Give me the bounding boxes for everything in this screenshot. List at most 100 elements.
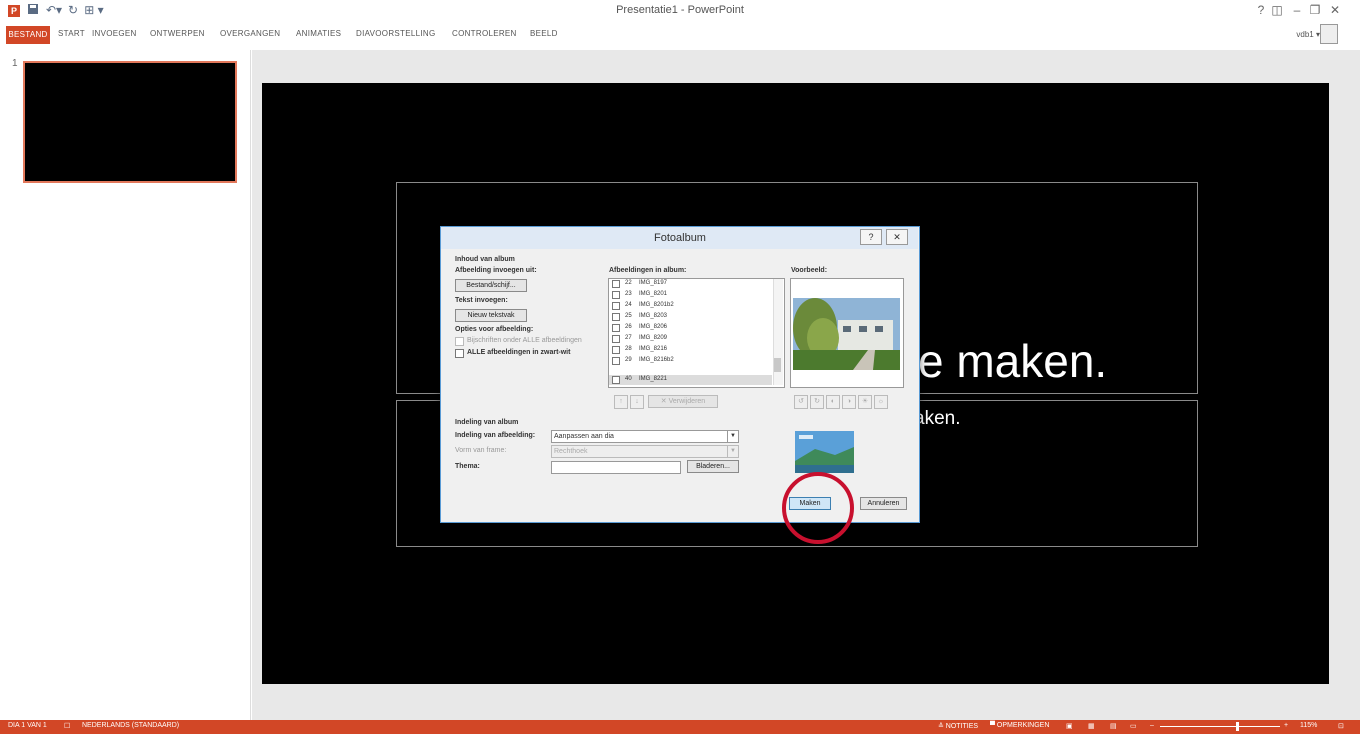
tab-controleren[interactable]: CONTROLEREN: [452, 29, 517, 38]
minimize-icon[interactable]: –: [1290, 3, 1304, 17]
browse-button[interactable]: Bladeren...: [687, 460, 739, 473]
list-item[interactable]: 29 IMG_8216b2: [609, 356, 772, 366]
ribbon-tabs: BESTAND START INVOEGEN ONTWERPEN OVERGAN…: [0, 26, 1360, 46]
app-title: Presentatie1 - PowerPoint: [616, 4, 744, 16]
tab-animaties[interactable]: ANIMATIES: [296, 29, 341, 38]
zoom-slider[interactable]: [1160, 726, 1280, 727]
list-item[interactable]: 24 IMG_8201b2: [609, 301, 772, 311]
list-item-checkbox[interactable]: [612, 291, 620, 299]
cancel-button[interactable]: Annuleren: [860, 497, 907, 510]
contrast-more-icon[interactable]: ◐: [826, 395, 840, 409]
tab-beeld[interactable]: BEELD: [530, 29, 558, 38]
insert-picture-label: Afbeelding invoegen uit:: [455, 267, 537, 274]
tab-start[interactable]: START: [58, 29, 85, 38]
brightness-more-icon[interactable]: ☀: [858, 395, 872, 409]
fit-slide-icon[interactable]: ⊡: [1338, 722, 1344, 730]
rotate-right-icon[interactable]: ↻: [810, 395, 824, 409]
language-status[interactable]: NEDERLANDS (STANDAARD): [82, 722, 179, 729]
move-down-icon[interactable]: ↓: [630, 395, 644, 409]
list-item-name: IMG_8221: [639, 376, 668, 382]
list-item-number: 23: [625, 291, 632, 297]
normal-view-icon[interactable]: ▣: [1066, 722, 1073, 730]
list-item[interactable]: 22 IMG_8197: [609, 279, 772, 289]
tab-diavoorstelling[interactable]: DIAVOORSTELLING: [356, 29, 435, 38]
customize-qat-icon[interactable]: ⊞ ▾: [82, 3, 106, 17]
file-disk-button[interactable]: Bestand/schijf...: [455, 279, 527, 292]
list-item[interactable]: 28 IMG_8216: [609, 345, 772, 355]
avatar[interactable]: [1320, 24, 1338, 44]
black-white-label: ALLE afbeeldingen in zwart-wit: [467, 349, 571, 356]
zoom-slider-thumb[interactable]: [1236, 722, 1239, 731]
pictures-in-album-label: Afbeeldingen in album:: [609, 267, 687, 274]
ribbon-display-icon[interactable]: ◫: [1270, 3, 1284, 17]
list-item-checkbox[interactable]: [612, 313, 620, 321]
save-icon[interactable]: [26, 3, 40, 17]
album-layout-heading: Indeling van album: [455, 419, 519, 426]
dialog-help-button[interactable]: ?: [860, 229, 882, 245]
maximize-icon[interactable]: ❐: [1308, 3, 1322, 17]
list-item-selected[interactable]: 40 IMG_8221: [609, 375, 772, 385]
frame-shape-value: Rechthoek: [554, 448, 588, 455]
list-item[interactable]: 25 IMG_8203: [609, 312, 772, 322]
remove-button[interactable]: ✕ Verwijderen: [648, 395, 718, 408]
status-bar: [0, 720, 1360, 734]
dialog-close-button[interactable]: ✕: [886, 229, 908, 245]
chevron-down-icon: ▼: [727, 446, 738, 457]
list-item-checkbox[interactable]: [612, 376, 620, 384]
insert-text-label: Tekst invoegen:: [455, 297, 508, 304]
notes-button[interactable]: ≙ NOTITIES: [938, 722, 978, 730]
slide-sorter-icon[interactable]: ▦: [1088, 722, 1095, 730]
list-item-checkbox[interactable]: [612, 302, 620, 310]
black-white-checkbox[interactable]: [455, 349, 464, 358]
zoom-out-icon[interactable]: –: [1150, 722, 1154, 729]
theme-input[interactable]: [551, 461, 681, 474]
spellcheck-icon[interactable]: ☐: [64, 722, 70, 730]
user-account[interactable]: vdb1 ▾: [1296, 30, 1320, 39]
tab-bestand[interactable]: BESTAND: [6, 26, 50, 44]
captions-checkbox[interactable]: [455, 337, 464, 346]
slide-count-status[interactable]: DIA 1 VAN 1: [8, 722, 47, 729]
remove-x-icon: ✕: [660, 398, 669, 405]
contrast-less-icon[interactable]: ◑: [842, 395, 856, 409]
redo-icon[interactable]: ↻: [66, 3, 80, 17]
tab-overgangen[interactable]: OVERGANGEN: [220, 29, 280, 38]
list-item-checkbox[interactable]: [612, 324, 620, 332]
list-item-number: 40: [625, 376, 632, 382]
pictures-listbox[interactable]: 22 IMG_8197 23 IMG_8201 24 IMG_8201b2 25 IMG…: [608, 278, 785, 388]
list-item[interactable]: 23 IMG_8201: [609, 290, 772, 300]
list-item-checkbox[interactable]: [612, 357, 620, 365]
list-item[interactable]: 26 IMG_8206: [609, 323, 772, 333]
list-item-name: IMG_8203: [639, 313, 668, 319]
list-item-checkbox[interactable]: [612, 346, 620, 354]
list-item-name: IMG_8201b2: [639, 302, 674, 308]
list-item-checkbox[interactable]: [612, 280, 620, 288]
help-icon[interactable]: ?: [1254, 3, 1268, 17]
picture-layout-select[interactable]: Aanpassen aan dia ▼: [551, 430, 739, 443]
list-item-number: 29: [625, 357, 632, 363]
list-scrollbar-thumb[interactable]: [774, 358, 781, 372]
move-up-icon[interactable]: ↑: [614, 395, 628, 409]
comments-button[interactable]: ▀ OPMERKINGEN: [990, 722, 1049, 729]
undo-icon[interactable]: ↶▾: [44, 3, 64, 17]
tab-ontwerpen[interactable]: ONTWERPEN: [150, 29, 205, 38]
new-textbox-button[interactable]: Nieuw tekstvak: [455, 309, 527, 322]
title-placeholder-text: e maken.: [918, 335, 1108, 387]
list-item[interactable]: 27 IMG_8209: [609, 334, 772, 344]
tab-invoegen[interactable]: INVOEGEN: [92, 29, 137, 38]
rotate-left-icon[interactable]: ↺: [794, 395, 808, 409]
close-icon[interactable]: ✕: [1328, 3, 1342, 17]
list-item-name: IMG_8197: [639, 280, 668, 286]
brightness-less-icon[interactable]: ☼: [874, 395, 888, 409]
list-item-checkbox[interactable]: [612, 335, 620, 343]
layout-preview-image: [795, 431, 854, 473]
frame-shape-select[interactable]: Rechthoek ▼: [551, 445, 739, 458]
list-item-number: 25: [625, 313, 632, 319]
chevron-down-icon: ▼: [727, 431, 738, 442]
reading-view-icon[interactable]: ▤: [1110, 722, 1117, 730]
zoom-level[interactable]: 115%: [1300, 722, 1317, 729]
list-item-name: IMG_8209: [639, 335, 668, 341]
slide-number: 1: [12, 58, 18, 69]
slide-thumbnail[interactable]: [23, 61, 237, 183]
zoom-in-icon[interactable]: +: [1284, 722, 1288, 729]
slideshow-icon[interactable]: ▭: [1130, 722, 1137, 730]
